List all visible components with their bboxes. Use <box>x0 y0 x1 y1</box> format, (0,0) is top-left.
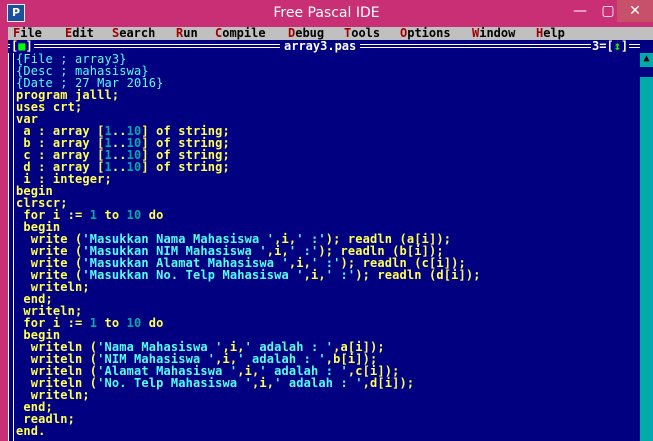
menu-label: ools <box>351 26 381 40</box>
menu-item-search[interactable]: Search <box>112 27 155 40</box>
close-box-right: ] <box>25 39 33 53</box>
menu-label: elp <box>543 26 565 40</box>
ide-client-area: File Edit Search Run Compile Debug Tools Option… <box>8 27 653 441</box>
vertical-scrollbar[interactable]: ▲ <box>640 53 653 441</box>
window-title: Free Pascal IDE <box>273 5 380 21</box>
minimize-button[interactable]: — <box>566 0 594 22</box>
code-token: to <box>97 208 127 222</box>
code-token: end. <box>16 424 46 438</box>
menu-item-edit[interactable]: Edit <box>65 27 94 40</box>
code-token: ' :' <box>325 268 356 282</box>
scroll-thumb[interactable] <box>640 67 653 77</box>
window-number-zoom[interactable]: 3=[↕] <box>591 39 630 53</box>
menu-item-run[interactable]: Run <box>176 27 198 40</box>
window-close-box[interactable]: [■] <box>10 40 34 53</box>
code-token: ' adalah : ' <box>274 376 363 390</box>
menu-label: ebug <box>295 26 325 40</box>
zoom-box-left: =[ <box>599 39 614 53</box>
menu-label: dit <box>72 26 94 40</box>
title-bar[interactable]: P Free Pascal IDE — ▢ ✕ <box>0 0 653 27</box>
code-token: ,i, <box>252 376 275 390</box>
menu-item-help[interactable]: Help <box>536 27 565 40</box>
editor-file-title: array3.pas <box>280 40 361 53</box>
menu-item-window[interactable]: Window <box>472 27 515 40</box>
code-token: ); readln (d[i]); <box>355 268 481 282</box>
zoom-icon[interactable]: ↕ <box>614 39 621 53</box>
zoom-box-right: ] <box>620 39 629 53</box>
close-button[interactable]: ✕ <box>617 0 653 22</box>
code-token: ,i, <box>303 268 326 282</box>
code-token: do <box>141 316 164 330</box>
code-editor[interactable]: {File ; array3} {Desc ; mahasiswa} {Date ;… <box>16 53 638 441</box>
menu-label: indow <box>479 26 516 40</box>
code-token: 10 <box>126 208 142 222</box>
code-line[interactable]: end. <box>16 425 46 437</box>
code-token: 'Masukkan No. Telp Mahasiswa ' <box>82 268 304 282</box>
code-token: ] of string; <box>141 160 230 174</box>
code-token: 10 <box>126 160 142 174</box>
menu-item-compile[interactable]: Compile <box>215 27 266 40</box>
editor-left-border <box>8 53 14 441</box>
code-token: ,d[i]); <box>362 376 415 390</box>
menu-label: earch <box>119 26 156 40</box>
code-token: 'No. Telp Mahasiswa ' <box>97 376 252 390</box>
scroll-up-arrow-icon[interactable]: ▲ <box>640 53 653 65</box>
menu-label: un <box>183 26 198 40</box>
code-token: to <box>97 316 127 330</box>
code-token: 10 <box>126 316 142 330</box>
code-token: do <box>141 208 164 222</box>
code-token: .. <box>111 160 127 174</box>
editor-window-frame: [■] array3.pas 3=[↕] <box>8 40 653 53</box>
menu-label: ptions <box>407 26 451 40</box>
menu-item-options[interactable]: Options <box>400 27 451 40</box>
menu-label: ompile <box>222 26 266 40</box>
menu-label: ile <box>20 26 42 40</box>
